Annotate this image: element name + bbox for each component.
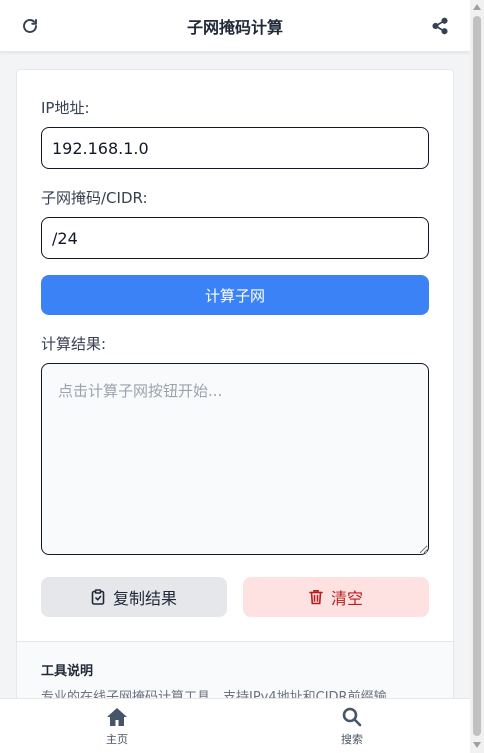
search-icon: [342, 707, 362, 726]
home-icon: [107, 707, 127, 726]
nav-item-home[interactable]: 主页: [57, 699, 177, 753]
page-title: 子网掩码计算: [186, 17, 283, 37]
share-icon: [432, 17, 448, 35]
bottom-nav: 主页 搜索: [0, 698, 470, 753]
result-textarea[interactable]: [41, 363, 429, 555]
refresh-button[interactable]: [18, 14, 42, 38]
ip-label: IP地址:: [41, 99, 90, 117]
scrollbar-thumb[interactable]: [473, 16, 481, 736]
copy-result-button[interactable]: 复制结果: [41, 577, 227, 617]
mask-label: 子网掩码/CIDR:: [41, 189, 148, 207]
nav-label-search: 搜索: [341, 732, 363, 746]
result-label: 计算结果:: [41, 335, 107, 353]
calculate-button[interactable]: 计算子网: [41, 275, 429, 315]
nav-item-search[interactable]: 搜索: [292, 699, 412, 753]
copy-result-label: 复制结果: [112, 589, 177, 608]
ip-input[interactable]: [41, 127, 429, 169]
clear-button[interactable]: 清空: [243, 577, 429, 617]
scroll-down-arrow[interactable]: [473, 742, 481, 748]
trash-icon: [309, 590, 323, 605]
share-button[interactable]: [428, 14, 452, 38]
clipboard-icon: [91, 589, 105, 605]
calculator-card: IP地址: 子网掩码/CIDR: 计算子网 计算结果: 复制结果 清空 工具说明…: [16, 69, 454, 749]
nav-label-home: 主页: [106, 732, 128, 746]
refresh-icon: [23, 19, 37, 33]
description-title: 工具说明: [41, 664, 94, 679]
mask-input[interactable]: [41, 217, 429, 259]
scrollbar[interactable]: [470, 0, 484, 753]
top-bar: 子网掩码计算: [0, 0, 470, 52]
clear-label: 清空: [330, 589, 363, 608]
scroll-up-arrow[interactable]: [473, 4, 481, 10]
